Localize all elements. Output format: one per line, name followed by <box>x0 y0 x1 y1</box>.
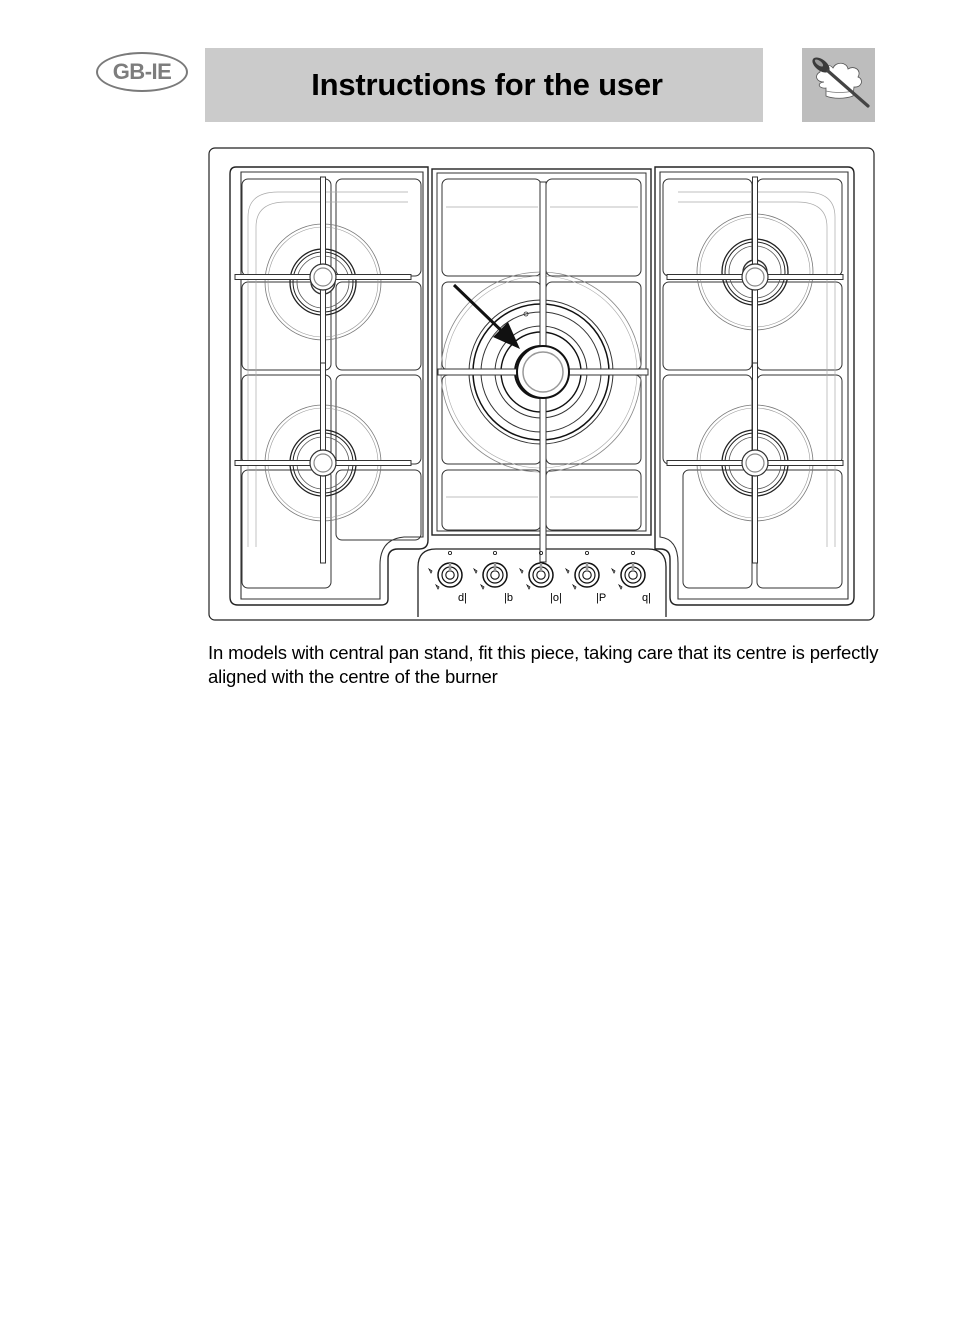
knob-label: q| <box>642 592 651 604</box>
knob-label: |b <box>504 592 513 604</box>
page-title: Instructions for the user <box>311 67 663 102</box>
country-code-badge: GB-IE <box>96 52 188 92</box>
chef-hat-spoon-icon <box>802 48 875 122</box>
knob-label: |o| <box>550 592 562 604</box>
knob-label: d| <box>458 592 467 604</box>
knob-label: |P <box>596 592 606 604</box>
title-bar: Instructions for the user <box>205 48 763 122</box>
figure-caption: In models with central pan stand, fit th… <box>208 641 879 687</box>
hob-top-view-drawing: d| |b |o| |P q| <box>208 147 875 621</box>
hob-diagram: d| |b |o| |P q| <box>208 147 875 621</box>
